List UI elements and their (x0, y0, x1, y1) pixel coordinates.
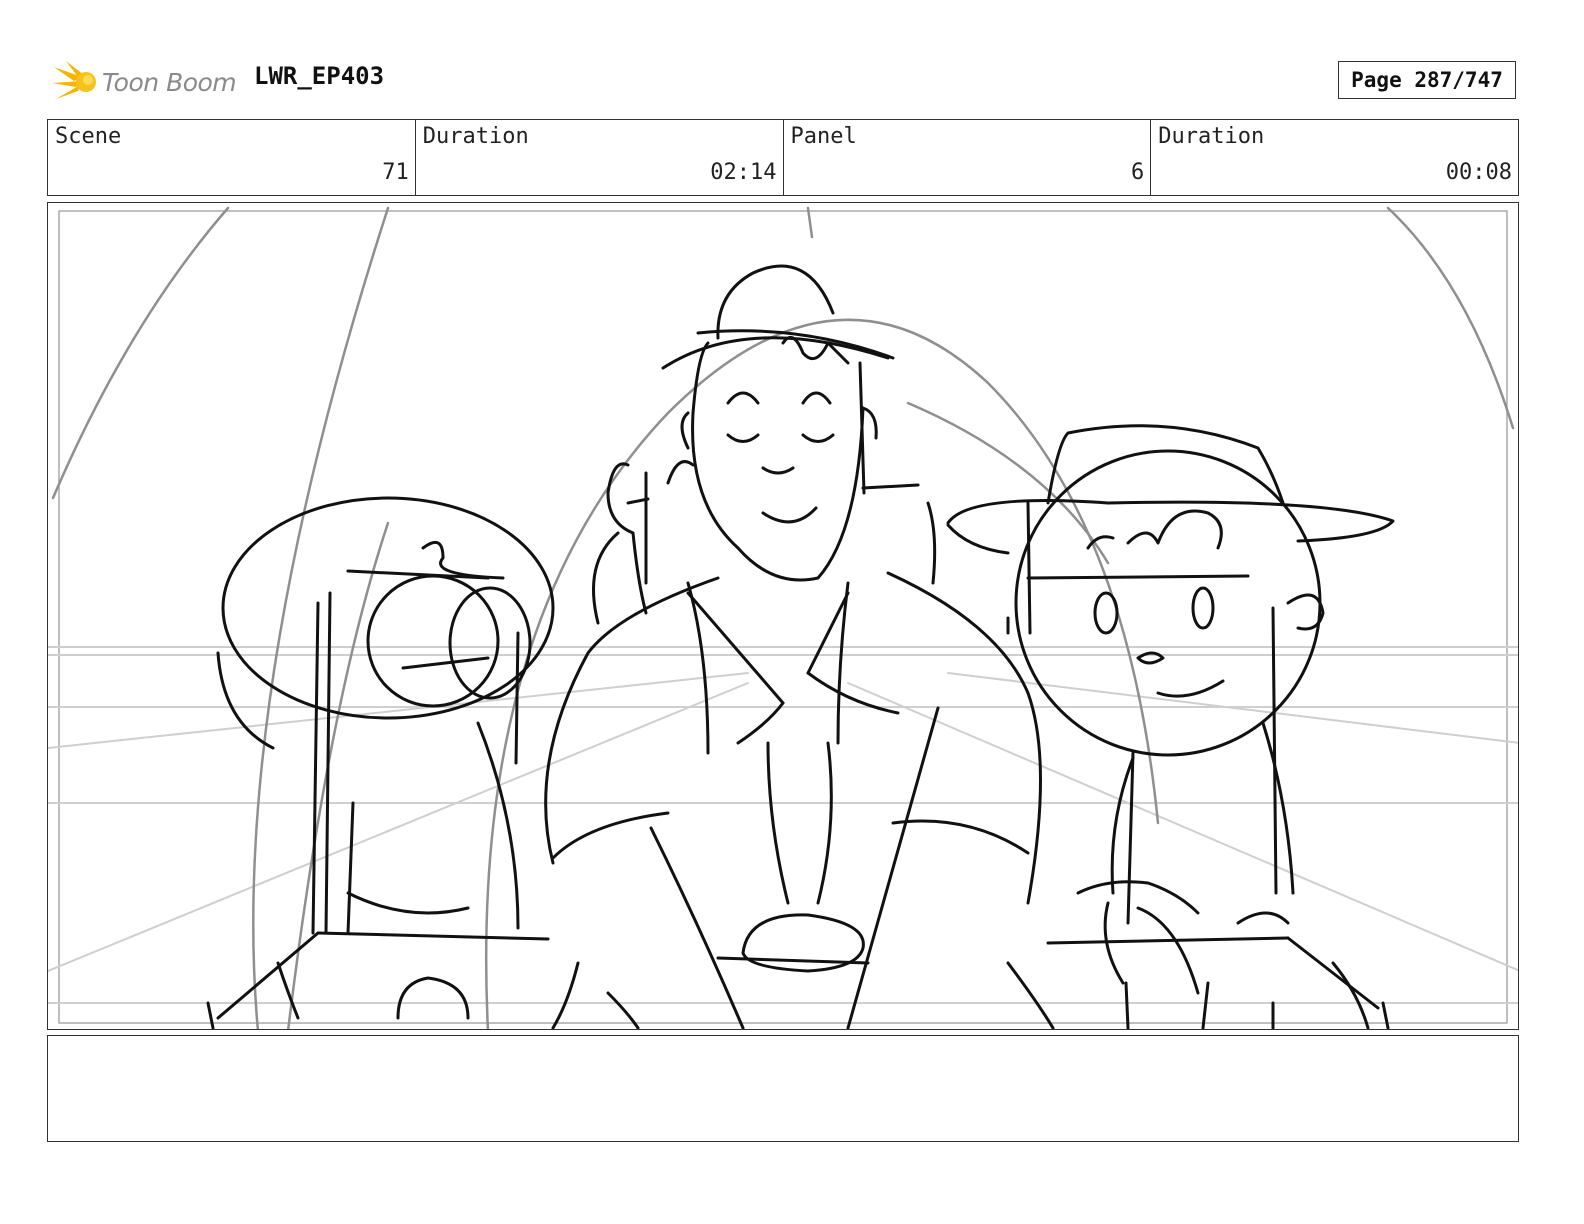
toon-boom-logo: Toon Boom (52, 58, 237, 106)
panel-duration-label: Duration (1158, 124, 1265, 149)
right-character-sketch (946, 424, 1395, 1029)
project-title: LWR_EP403 (254, 62, 385, 90)
panel-cell: Panel 6 (784, 120, 1152, 195)
storyboard-panel (47, 202, 1519, 1030)
panel-duration-cell: Duration 00:08 (1151, 120, 1518, 195)
page-indicator: Page 287/747 (1338, 61, 1516, 99)
scene-duration-cell: Duration 02:14 (416, 120, 784, 195)
logo-text: Toon Boom (102, 67, 237, 97)
panel-duration-value: 00:08 (1445, 160, 1512, 185)
toon-boom-burst-icon (52, 61, 96, 99)
panel-value: 6 (1131, 160, 1145, 185)
scene-duration-label: Duration (422, 124, 529, 149)
panel-label: Panel (790, 124, 857, 149)
storyboard-sketch (48, 206, 1518, 1029)
panel-notes (47, 1035, 1519, 1142)
scene-duration-value: 02:14 (710, 160, 777, 185)
scene-label: Scene (55, 124, 122, 149)
scene-cell: Scene 71 (48, 120, 416, 195)
info-table: Scene 71 Duration 02:14 Panel 6 Duration… (47, 119, 1519, 196)
scene-value: 71 (382, 160, 409, 185)
